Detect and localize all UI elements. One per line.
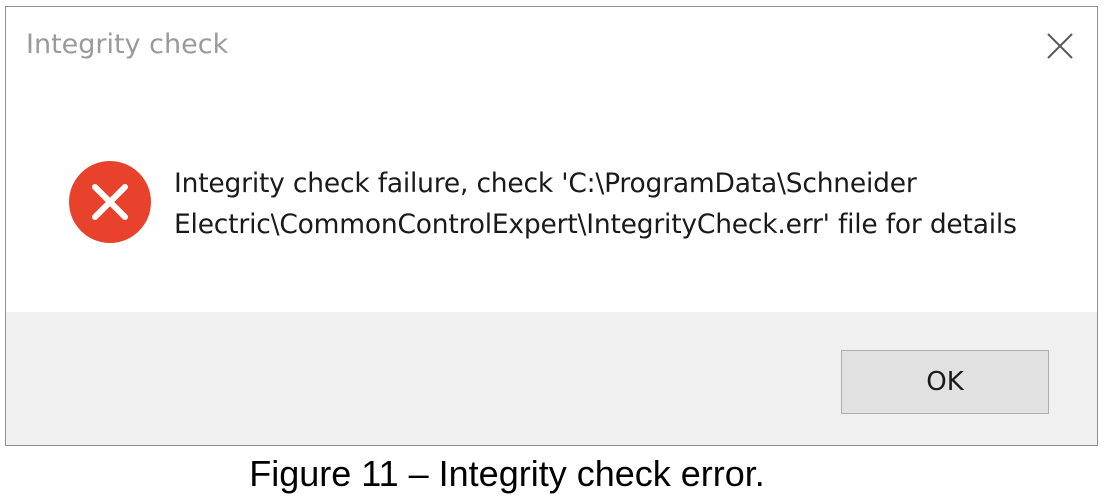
error-message: Integrity check failure, check 'C:\Progr… — [174, 163, 1054, 245]
ok-button[interactable]: OK — [841, 350, 1049, 414]
dialog-title: Integrity check — [26, 29, 229, 60]
figure-caption: Figure 11 – Integrity check error. — [249, 453, 765, 494]
dialog-content: Integrity check failure, check 'C:\Progr… — [6, 87, 1097, 312]
message-dialog: Integrity check Integrity check failure,… — [5, 6, 1098, 446]
error-icon — [69, 161, 151, 243]
close-icon — [1047, 33, 1073, 59]
message-line-2: Electric\CommonControlExpert\IntegrityCh… — [174, 209, 1017, 240]
page: Integrity check Integrity check failure,… — [0, 0, 1107, 502]
close-button[interactable] — [1039, 25, 1081, 67]
dialog-titlebar: Integrity check — [6, 7, 1097, 87]
message-line-1: Integrity check failure, check 'C:\Progr… — [174, 168, 917, 199]
dialog-footer: OK — [6, 312, 1097, 445]
